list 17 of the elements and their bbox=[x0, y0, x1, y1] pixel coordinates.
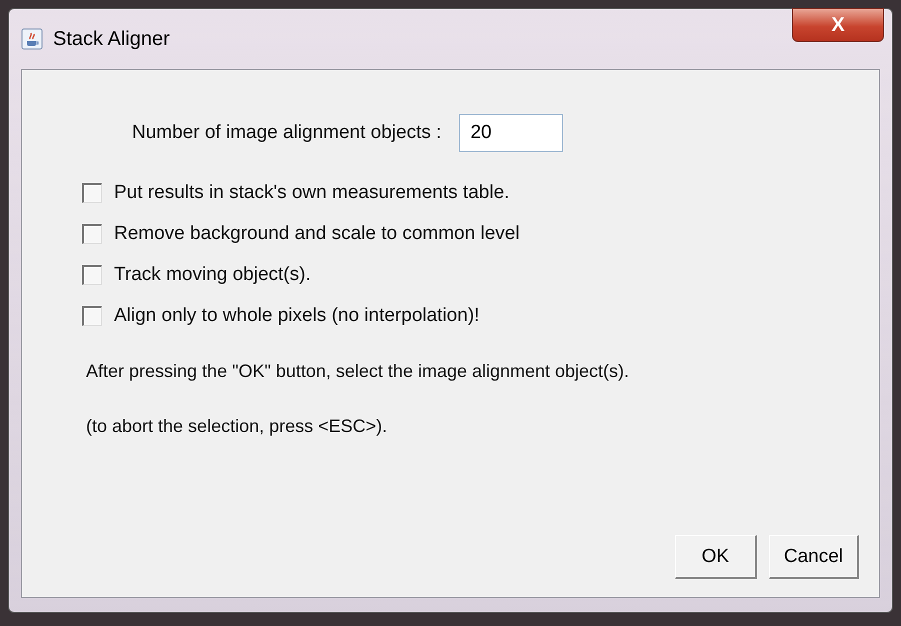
dialog-button[interactable]: OK bbox=[674, 535, 757, 579]
checkbox[interactable] bbox=[82, 306, 102, 326]
number-field[interactable]: 20 bbox=[459, 114, 564, 152]
checkbox[interactable] bbox=[82, 183, 102, 203]
checkbox[interactable] bbox=[82, 224, 102, 244]
close-button[interactable]: X bbox=[792, 8, 884, 42]
checkbox-label: Remove background and scale to common level bbox=[114, 223, 520, 245]
checkbox-label: Put results in stack's own measurements table. bbox=[114, 182, 510, 204]
instruction-text: After pressing the "OK" button, select the image alignment object(s). bbox=[86, 361, 630, 382]
checkbox-label: Track moving object(s). bbox=[114, 264, 311, 286]
instruction-text: (to abort the selection, press <ESC>). bbox=[86, 416, 388, 437]
checkbox-label: Align only to whole pixels (no interpolation)! bbox=[114, 305, 480, 327]
field-label: Number of image alignment objects : bbox=[132, 122, 442, 144]
checkbox[interactable] bbox=[82, 265, 102, 285]
coffee-cup-icon bbox=[21, 28, 43, 50]
dialog-button[interactable]: Cancel bbox=[768, 535, 859, 579]
window-title: Stack Aligner bbox=[53, 28, 170, 50]
